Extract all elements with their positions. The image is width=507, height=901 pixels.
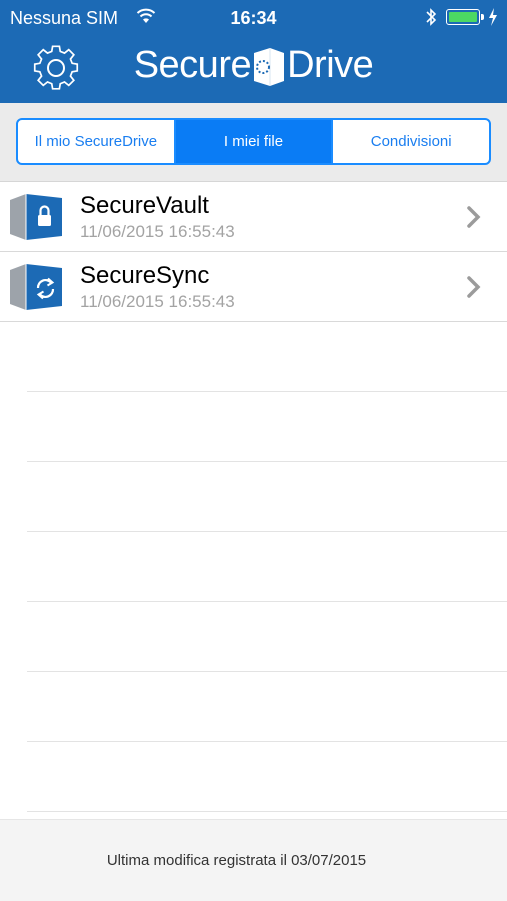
status-bar: Nessuna SIM 16:34 <box>0 0 507 36</box>
empty-row <box>27 672 507 742</box>
segmented-control: Il mio SecureDrive I miei file Condivisi… <box>16 118 491 165</box>
logo-drive-text: Drive <box>287 44 374 86</box>
empty-row <box>27 742 507 812</box>
battery-icon <box>446 9 480 25</box>
logo-secure-text: Secure <box>133 44 252 86</box>
empty-row <box>27 602 507 672</box>
list-item-securesync[interactable]: SecureSync 11/06/2015 16:55:43 <box>0 252 507 322</box>
sync-icon <box>10 264 62 310</box>
chevron-right-icon <box>467 206 481 228</box>
empty-row <box>27 392 507 462</box>
empty-row <box>27 532 507 602</box>
item-date: 11/06/2015 16:55:43 <box>80 222 235 241</box>
battery-tip <box>481 14 484 20</box>
list-item-securevault[interactable]: SecureVault 11/06/2015 16:55:43 <box>0 182 507 252</box>
vault-lock-icon <box>10 194 62 240</box>
footer-bar: Ultima modifica registrata il 03/07/2015 <box>0 819 507 901</box>
tab-my-files[interactable]: I miei file <box>175 120 334 163</box>
item-date: 11/06/2015 16:55:43 <box>80 292 235 311</box>
file-list: SecureVault 11/06/2015 16:55:43 SecureSy… <box>0 182 507 812</box>
logo-cube-icon <box>254 47 285 86</box>
segmented-bar: Il mio SecureDrive I miei file Condivisi… <box>0 103 507 182</box>
chevron-right-icon <box>467 276 481 298</box>
item-title: SecureVault <box>80 192 209 219</box>
empty-row <box>27 322 507 392</box>
empty-row <box>27 462 507 532</box>
bluetooth-icon <box>426 8 437 26</box>
charging-icon <box>489 8 497 26</box>
item-title: SecureSync <box>80 262 210 289</box>
app-logo: Secure Drive <box>0 44 507 87</box>
tab-shares[interactable]: Condivisioni <box>333 120 489 163</box>
app-header: Nessuna SIM 16:34 Secure Drive <box>0 0 507 103</box>
tab-my-securedrive[interactable]: Il mio SecureDrive <box>18 120 176 163</box>
last-modified-text: Ultima modifica registrata il 03/07/2015 <box>106 852 367 869</box>
